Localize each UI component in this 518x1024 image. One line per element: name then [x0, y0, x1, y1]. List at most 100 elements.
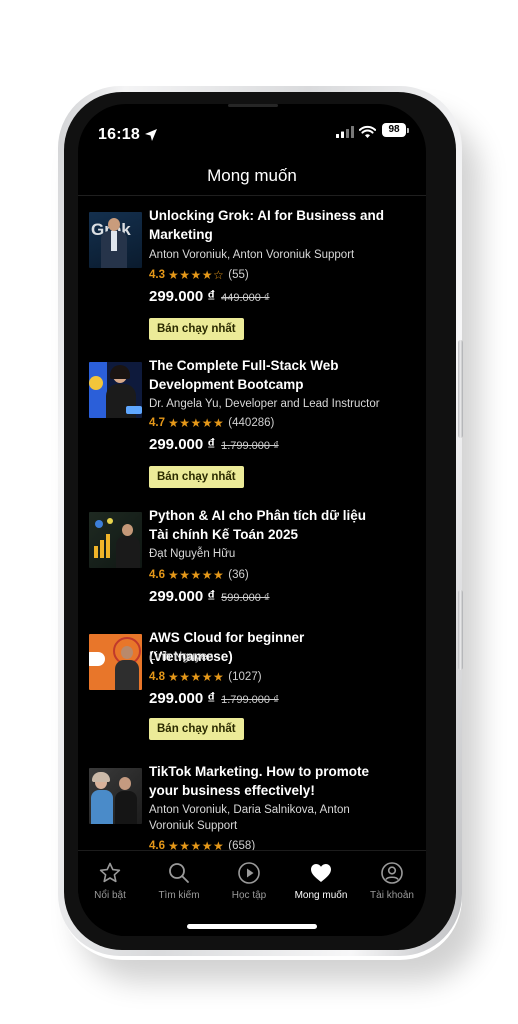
- wishlist-course-list[interactable]: Grok Unlocking Grok: AI for Business and…: [78, 196, 426, 850]
- course-thumbnail: [89, 512, 142, 568]
- current-price: 299.000 ₫: [149, 588, 216, 605]
- thumbnail-person: [121, 646, 133, 659]
- status-time: 16:18: [98, 126, 140, 143]
- account-icon: [381, 862, 403, 884]
- rating-stars-icon: ★★★★★: [168, 416, 225, 430]
- search-icon: [169, 863, 189, 883]
- current-price: 299.000 ₫: [149, 436, 216, 453]
- rating-stars-icon: ★★★★★: [168, 839, 225, 850]
- course-item[interactable]: The Complete Full-Stack Web Development …: [78, 358, 426, 502]
- tab-label: Học tập: [231, 890, 267, 901]
- bestseller-badge: Bán chạy nhất: [149, 718, 244, 740]
- rating-value: 4.8: [149, 671, 165, 683]
- thumbnail-dot: [95, 520, 103, 528]
- course-rating: 4.7 ★★★★★ (440286): [149, 415, 274, 431]
- notch: [180, 104, 324, 134]
- bestseller-badge: Bán chạy nhất: [149, 466, 244, 488]
- course-item[interactable]: Grok Unlocking Grok: AI for Business and…: [78, 208, 426, 352]
- current-price: 299.000 ₫: [149, 690, 216, 707]
- rating-value: 4.3: [149, 269, 165, 281]
- phone-screen: 16:18 98 Mong muốn Grok Unlocking Grok: …: [78, 104, 426, 936]
- course-authors: Anton Voroniuk, Anton Voroniuk Support: [149, 249, 355, 261]
- course-authors: Đạt Nguyễn Hữu: [149, 548, 236, 560]
- tab-featured[interactable]: Nổi bật: [79, 861, 141, 901]
- course-authors: Linh Nguyen: [149, 651, 214, 663]
- rating-value: 4.7: [149, 417, 165, 429]
- volume-button: [458, 590, 463, 670]
- course-item[interactable]: AWS Cloud for beginner (Vietnamese) Linh…: [78, 630, 426, 764]
- course-rating: 4.6 ★★★★★ (658): [149, 838, 255, 850]
- thumbnail-person-2-body: [115, 791, 137, 824]
- course-price-row: 299.000 ₫ 449.000 ₫: [149, 288, 270, 305]
- cellular-signal-icon: [336, 126, 354, 138]
- tab-label: Mong muốn: [294, 890, 348, 901]
- play-icon: [238, 862, 260, 884]
- thumbnail-accent: [126, 406, 142, 414]
- rating-value: 4.6: [149, 840, 165, 850]
- tab-label: Tìm kiếm: [158, 890, 200, 901]
- course-rating: 4.3 ★★★★☆ (55): [149, 267, 249, 283]
- thumbnail-chart-bar: [94, 546, 98, 558]
- thumbnail-person-hair: [92, 772, 110, 782]
- thumbnail-cloud-label: [89, 652, 105, 666]
- location-arrow-icon: [145, 129, 157, 141]
- tab-account[interactable]: Tài khoản: [361, 861, 423, 901]
- tab-search[interactable]: Tìm kiếm: [148, 861, 210, 901]
- course-price-row: 299.000 ₫ 599.000 ₫: [149, 588, 270, 605]
- thumbnail-bg-shape: [89, 362, 107, 418]
- course-rating: 4.6 ★★★★★ (36): [149, 567, 249, 583]
- thumbnail-person-body: [116, 536, 140, 568]
- course-title[interactable]: Python & AI cho Phân tích dữ liệu Tài ch…: [149, 506, 389, 544]
- thumbnail-person-2: [119, 777, 131, 790]
- course-thumbnail: [89, 362, 142, 418]
- star-icon: [99, 862, 121, 883]
- tab-learning[interactable]: Học tập: [218, 861, 280, 901]
- thumbnail-dot: [107, 518, 113, 524]
- power-button: [458, 340, 463, 438]
- course-price-row: 299.000 ₫ 1.799.000 ₫: [149, 690, 279, 707]
- original-price: 449.000 ₫: [221, 292, 270, 304]
- course-title[interactable]: Unlocking Grok: AI for Business and Mark…: [149, 206, 389, 244]
- review-count: (36): [228, 569, 249, 581]
- thumbnail-person-body: [91, 790, 113, 824]
- rating-stars-icon: ★★★★☆: [168, 268, 225, 282]
- course-authors: Anton Voroniuk, Daria Salnikova, Anton V…: [149, 804, 350, 832]
- speaker: [228, 104, 278, 107]
- thumbnail-person-hair: [110, 365, 130, 379]
- thumbnail-person-shirt: [111, 231, 117, 251]
- review-count: (440286): [228, 417, 275, 429]
- thumbnail-chart-bar: [100, 540, 104, 558]
- rating-value: 4.6: [149, 569, 165, 581]
- original-price: 599.000 ₫: [221, 592, 270, 604]
- review-count: (1027): [228, 671, 262, 683]
- course-item[interactable]: TikTok Marketing. How to promote your bu…: [78, 764, 426, 850]
- wifi-icon: [359, 125, 376, 138]
- thumbnail-chart-bar: [106, 534, 110, 558]
- course-thumbnail: [89, 634, 142, 690]
- course-thumbnail: [89, 768, 142, 824]
- course-item[interactable]: Python & AI cho Phân tích dữ liệu Tài ch…: [78, 508, 426, 622]
- battery-indicator: 98: [382, 123, 406, 137]
- current-price: 299.000 ₫: [149, 288, 216, 305]
- rating-stars-icon: ★★★★★: [168, 670, 225, 684]
- course-price-row: 299.000 ₫ 1.799.000 ₫: [149, 436, 279, 453]
- thumbnail-person-body: [115, 660, 139, 690]
- bestseller-badge: Bán chạy nhất: [149, 318, 244, 340]
- thumbnail-person: [122, 524, 133, 536]
- tab-wishlist[interactable]: Mong muốn: [290, 861, 352, 901]
- tab-label: Tài khoản: [370, 890, 414, 901]
- course-rating: 4.8 ★★★★★ (1027): [149, 669, 262, 685]
- battery-tip: [407, 128, 409, 133]
- original-price: 1.799.000 ₫: [221, 440, 279, 452]
- course-authors: Dr. Angela Yu, Developer and Lead Instru…: [149, 398, 380, 410]
- home-indicator[interactable]: [187, 924, 317, 929]
- review-count: (658): [228, 840, 256, 850]
- thumbnail-person: [108, 218, 120, 231]
- heart-icon: [311, 864, 331, 882]
- thumbnail-bg-shape-2: [89, 376, 103, 390]
- course-title[interactable]: The Complete Full-Stack Web Development …: [149, 356, 389, 394]
- rating-stars-icon: ★★★★★: [168, 568, 225, 582]
- review-count: (55): [228, 269, 249, 281]
- course-title[interactable]: TikTok Marketing. How to promote your bu…: [149, 762, 389, 800]
- course-thumbnail: Grok: [89, 212, 142, 268]
